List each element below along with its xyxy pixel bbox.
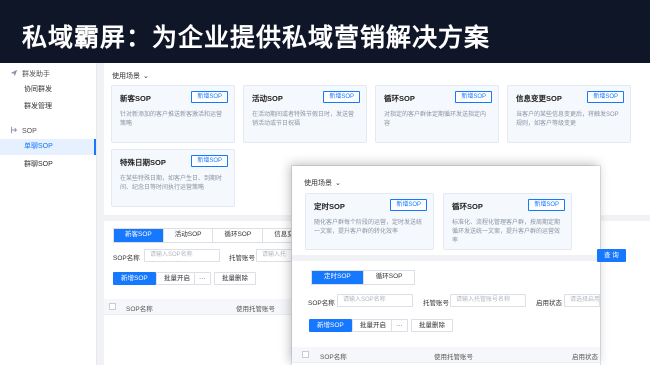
sop-type-tabs: 定时SOP 循环SOP	[311, 270, 416, 285]
add-sop-button[interactable]: 新增SOP	[309, 319, 352, 332]
query-button[interactable]: 查 询	[597, 249, 626, 262]
add-sop-button[interactable]: 新增SOP	[528, 199, 565, 211]
card-desc: 随化客户群每个阶段的运营，定时发送统一文案，提升客户群的转化效率	[314, 220, 423, 235]
card-desc: 标准化、流程化管理客户群，按周期定期循环发送统一文案，提升客户群的运营效率	[452, 220, 561, 244]
tab-loop-sop[interactable]: 循环SOP	[363, 271, 415, 284]
col-status: 启用状态	[572, 354, 598, 361]
tab-activity-sop[interactable]: 活动SOP	[163, 229, 214, 242]
scene-label: 使用场景	[304, 180, 332, 187]
card-loop-sop: 循环SOP 新增SOP 标准化、流程化管理客户群，按周期定期循环发送统一文案，提…	[443, 193, 572, 250]
batch-enable-button[interactable]: 批量开启	[352, 319, 394, 332]
col-sop-name: SOP名称	[320, 354, 347, 361]
tab-loop-sop[interactable]: 循环SOP	[213, 229, 264, 242]
sidebar-group-sop[interactable]: SOP	[10, 126, 37, 136]
more-button[interactable]: ···	[391, 319, 408, 332]
account-input[interactable]: 请输入托	[256, 249, 292, 262]
sop-name-label: SOP名称	[113, 255, 140, 262]
add-sop-button[interactable]: 新增SOP	[390, 199, 427, 211]
account-label: 托管账号	[423, 300, 449, 307]
card-info-change-sop: 信息变更SOP 新增SOP 当客户的某些信息变更后，将触发SOP规则，如客户等级…	[507, 85, 631, 143]
scene-selector[interactable]: 使用场景 ⌄	[304, 178, 341, 188]
sidebar-group-label: 群发助手	[22, 71, 50, 78]
add-sop-button[interactable]: 新增SOP	[191, 155, 228, 167]
status-select[interactable]: 请选择启用	[564, 294, 600, 307]
chevron-down-icon: ⌄	[143, 73, 149, 80]
card-desc: 在活动期间或者特殊节假日时，发送营销活动或节日祝福	[252, 112, 355, 127]
group-sop-panel: 使用场景 ⌄ 定时SOP 新增SOP 随化客户群每个阶段的运营，定时发送统一文案…	[292, 166, 600, 365]
sop-icon	[10, 126, 18, 136]
card-activity-sop: 活动SOP 新增SOP 在活动期间或者特殊节假日时，发送营销活动或节日祝福	[243, 85, 367, 143]
add-sop-button[interactable]: 新增SOP	[191, 91, 228, 103]
banner-title: 私域霸屏：为企业提供私域营销解决方案	[22, 23, 491, 52]
add-sop-button[interactable]: 新增SOP	[113, 272, 156, 285]
add-sop-button[interactable]: 新增SOP	[587, 91, 624, 103]
add-sop-button[interactable]: 新增SOP	[455, 91, 492, 103]
add-sop-button[interactable]: 新增SOP	[323, 91, 360, 103]
card-new-customer-sop: 新客SOP 新增SOP 针对新添加的客户推送新客激活和运营策略	[111, 85, 235, 143]
card-loop-sop: 循环SOP 新增SOP 对指定的客户群体定期循环发送指定内容	[375, 85, 499, 143]
card-timed-sop: 定时SOP 新增SOP 随化客户群每个阶段的运营，定时发送统一文案，提升客户群的…	[305, 193, 434, 250]
sidebar-item-collab-send[interactable]: 协同群发	[0, 82, 96, 98]
sidebar-item-send-manage[interactable]: 群发管理	[0, 99, 96, 115]
chevron-down-icon: ⌄	[335, 180, 341, 187]
status-label: 启用状态	[536, 300, 562, 307]
card-special-date-sop: 特殊日期SOP 新增SOP 在某些特殊日期，如客户生日、到期时间、纪念日等时间执…	[111, 149, 235, 207]
table-header: SOP名称 使用托管账号 启用状态	[292, 347, 600, 363]
tab-timed-sop[interactable]: 定时SOP	[312, 271, 364, 284]
tab-new-customer-sop[interactable]: 新客SOP	[114, 229, 164, 242]
sidebar-group-label: SOP	[22, 127, 37, 135]
batch-enable-button[interactable]: 批量开启	[156, 272, 198, 285]
batch-delete-button[interactable]: 批量删除	[214, 272, 256, 285]
card-desc: 在某些特殊日期，如客户生日、到期时间、纪念日等时间执行运营策略	[120, 176, 223, 191]
card-desc: 对指定的客户群体定期循环发送指定内容	[384, 112, 487, 127]
select-all-checkbox[interactable]	[109, 303, 116, 310]
sop-name-input[interactable]: 请输入SOP名称	[337, 294, 413, 307]
account-input[interactable]: 请输入托管账号名称	[450, 294, 526, 307]
send-icon	[10, 69, 18, 79]
sop-type-tabs: 新客SOP 活动SOP 循环SOP 信息变	[113, 228, 306, 243]
col-sop-name: SOP名称	[126, 306, 153, 313]
batch-delete-button[interactable]: 批量删除	[411, 319, 453, 332]
scene-selector[interactable]: 使用场景 ⌄	[112, 71, 149, 81]
sidebar-item-group-sop[interactable]: 群聊SOP	[0, 157, 96, 173]
sidebar-item-single-sop[interactable]: 单聊SOP	[0, 139, 96, 155]
select-all-checkbox[interactable]	[302, 351, 309, 358]
sop-name-label: SOP名称	[308, 300, 335, 307]
card-desc: 针对新添加的客户推送新客激活和运营策略	[120, 112, 223, 127]
sidebar-group-mass-send[interactable]: 群发助手	[10, 69, 50, 79]
col-account: 使用托管账号	[236, 306, 275, 313]
scene-label: 使用场景	[112, 73, 140, 80]
card-desc: 当客户的某些信息变更后，将触发SOP规则，如客户等级变更	[516, 112, 619, 127]
col-account: 使用托管账号	[434, 354, 473, 361]
section-divider	[292, 255, 600, 261]
account-label: 托管账号	[229, 255, 255, 262]
table-header: SOP名称 使用托管账号	[104, 299, 292, 315]
sop-name-input[interactable]: 请输入SOP名称	[144, 249, 220, 262]
sidebar: 群发助手 协同群发 群发管理 SOP 单聊SOP 群聊SOP	[0, 63, 97, 365]
banner: 私域霸屏：为企业提供私域营销解决方案	[0, 0, 650, 63]
more-button[interactable]: ···	[194, 272, 211, 285]
